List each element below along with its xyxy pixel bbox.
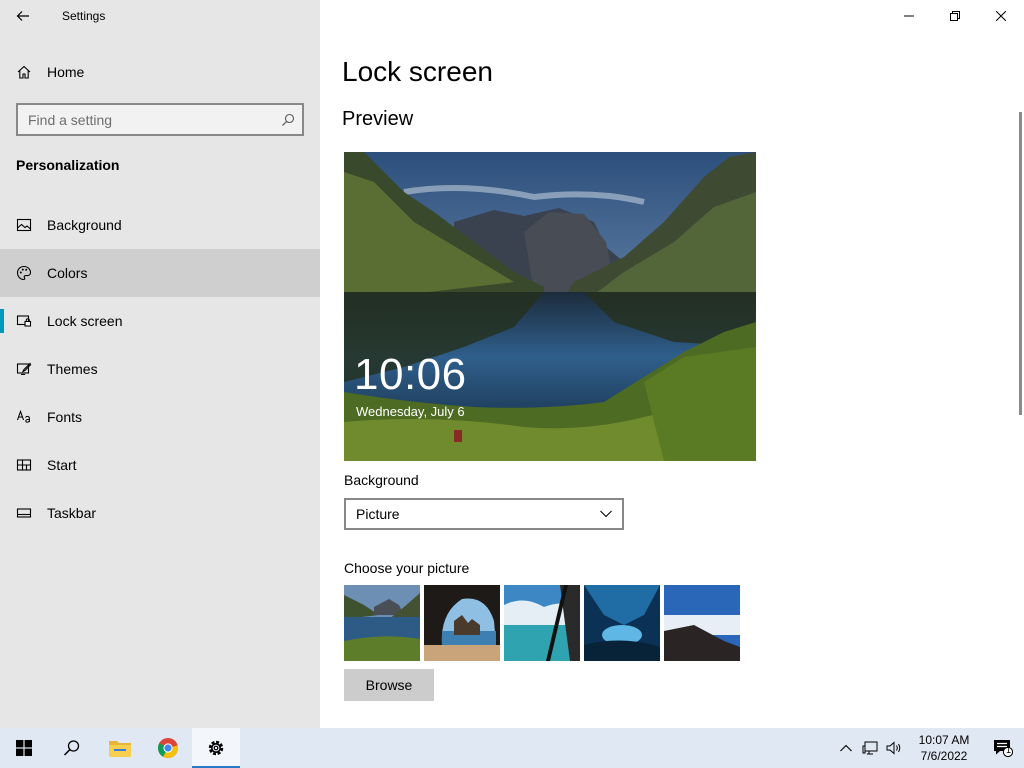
page-title: Lock screen [342,56,493,87]
picture-thumbnail-lake[interactable] [344,585,420,661]
preview-heading: Preview [342,108,414,130]
background-dropdown-value: Picture [356,506,400,522]
chrome-icon [158,738,179,759]
taskbar-search-button[interactable] [48,728,96,768]
search-input[interactable]: Find a setting [16,103,304,136]
browse-button[interactable]: Browse [344,669,434,701]
volume-button[interactable] [882,728,906,768]
sidebar-item-start[interactable]: Start [0,441,320,489]
chrome-button[interactable] [144,728,192,768]
file-explorer-button[interactable] [96,728,144,768]
background-label: Background [344,472,419,488]
sidebar-item-lock-screen[interactable]: Lock screen [0,297,320,345]
minimize-icon [904,15,914,17]
choose-picture-label: Choose your picture [344,560,470,576]
minimize-button[interactable] [886,0,932,32]
show-hidden-icons-button[interactable] [834,728,858,768]
file-explorer-icon [109,741,131,757]
fonts-icon [16,409,32,425]
volume-icon [886,741,901,755]
notification-count: 1 [1006,745,1012,755]
sidebar-item-label: Taskbar [47,505,97,521]
action-center-button[interactable]: 1 [982,728,1024,768]
taskbar-icon [16,505,32,521]
chevron-down-icon [590,500,622,528]
window-controls [886,0,1024,32]
restore-icon [950,11,960,21]
close-button[interactable] [978,0,1024,32]
sidebar-item-label: Colors [47,265,88,281]
lock-screen-icon [16,313,32,329]
picture-thumbnail-cave[interactable] [424,585,500,661]
sidebar-item-label: Start [47,457,77,473]
network-icon [862,741,878,755]
back-button[interactable] [0,0,46,32]
start-layout-icon [16,457,32,473]
themes-icon [16,361,32,377]
clock-time: 10:07 AM [918,733,970,747]
nav-home[interactable]: Home [0,50,320,94]
sidebar: Settings Home Find a setting Personaliza… [0,0,320,728]
clock-date: 7/6/2022 [920,749,968,763]
back-arrow-icon [16,11,29,21]
scrollbar[interactable] [1019,112,1022,415]
settings-icon [208,740,224,756]
search-icon [63,740,80,756]
sidebar-item-fonts[interactable]: Fonts [0,393,320,441]
picture-thumbnail-ice-cave[interactable] [584,585,660,661]
sidebar-item-taskbar[interactable]: Taskbar [0,489,320,537]
home-icon [16,64,32,80]
close-icon [996,11,1006,21]
sidebar-item-label: Background [47,217,122,233]
sidebar-item-background[interactable]: Background [0,201,320,249]
search-placeholder: Find a setting [28,111,113,128]
sidebar-item-label: Lock screen [47,313,123,329]
taskbar: 10:07 AM 7/6/2022 1 [0,728,1024,768]
nav-list: Background Colors Lock screen Themes Fon… [0,201,320,537]
search-icon[interactable] [274,106,302,134]
title-bar: Settings [0,0,320,32]
clock[interactable]: 10:07 AM 7/6/2022 [906,732,982,764]
section-heading: Personalization [16,157,120,173]
sidebar-item-colors[interactable]: Colors [0,249,320,297]
start-icon [16,740,32,756]
background-dropdown[interactable]: Picture [344,498,624,530]
picture-thumbnail-sea-of-clouds[interactable] [664,585,740,661]
palette-icon [16,265,32,281]
picture-thumbnails [344,585,740,661]
network-button[interactable] [858,728,882,768]
sidebar-item-themes[interactable]: Themes [0,345,320,393]
sidebar-item-label: Fonts [47,409,83,425]
start-button[interactable] [0,728,48,768]
app-title: Settings [62,9,106,23]
picture-thumbnail-clouds[interactable] [504,585,580,661]
preview-time: 10:06 [354,350,467,399]
settings-taskbar-button[interactable] [192,728,240,768]
sidebar-item-label: Themes [47,361,98,377]
nav-home-label: Home [47,64,85,80]
preview-date: Wednesday, July 6 [356,404,465,419]
chevron-up-icon [840,744,852,752]
system-tray: 10:07 AM 7/6/2022 1 [834,728,1024,768]
restore-button[interactable] [932,0,978,32]
lock-screen-preview: 10:06 Wednesday, July 6 [344,152,756,461]
picture-icon [16,217,32,233]
